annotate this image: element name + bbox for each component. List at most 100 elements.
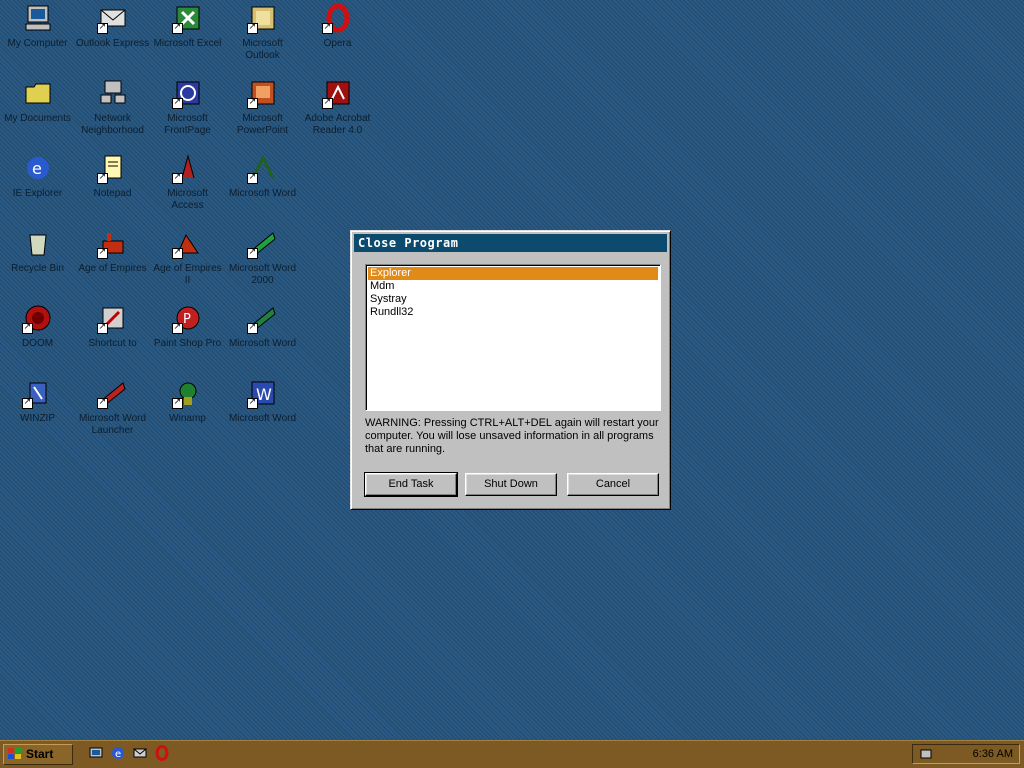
desktop-icon[interactable]: Microsoft Word bbox=[225, 152, 300, 200]
internet-explorer-icon: e bbox=[22, 152, 54, 184]
opera-icon[interactable] bbox=[154, 745, 170, 761]
task-item-systray[interactable]: Systray bbox=[366, 293, 660, 306]
winzip-icon bbox=[21, 377, 54, 409]
svg-text:P: P bbox=[183, 312, 191, 327]
doom-icon bbox=[21, 302, 54, 334]
desktop-icon[interactable]: Microsoft Word Launcher bbox=[75, 377, 150, 437]
desktop-icon-label: Network Neighborhood bbox=[81, 113, 144, 136]
desktop-icon[interactable]: Network Neighborhood bbox=[75, 77, 150, 137]
show-desktop-icon[interactable] bbox=[88, 745, 104, 761]
desktop-icon[interactable]: W Microsoft Word bbox=[225, 377, 300, 425]
desktop-icon-label: WINZIP bbox=[20, 413, 55, 424]
start-button[interactable]: Start bbox=[3, 744, 73, 765]
calendar-icon bbox=[246, 2, 279, 34]
desktop-icon[interactable]: Microsoft Access bbox=[150, 152, 225, 212]
task-item-explorer[interactable]: Explorer bbox=[368, 267, 658, 280]
desktop-icon[interactable]: WINZIP bbox=[0, 377, 75, 425]
desktop-icon[interactable]: Opera bbox=[300, 2, 375, 50]
word-icon bbox=[246, 152, 279, 184]
word-icon bbox=[246, 227, 279, 259]
quick-launch: e bbox=[88, 745, 170, 763]
mail-icon bbox=[96, 2, 129, 34]
word-icon: W bbox=[246, 377, 279, 409]
desktop-icon[interactable]: P Paint Shop Pro bbox=[150, 302, 225, 350]
desktop-icon-label: Winamp bbox=[169, 413, 206, 424]
svg-text:e: e bbox=[115, 749, 121, 760]
desktop-icon[interactable]: Age of Empires bbox=[75, 227, 150, 275]
desktop-icon-label: Age of Empires II bbox=[153, 263, 222, 286]
desktop-icon-label: Microsoft Word bbox=[228, 188, 297, 199]
desktop-icon[interactable]: My Documents bbox=[0, 77, 75, 125]
task-item-mdm[interactable]: Mdm bbox=[366, 280, 660, 293]
desktop-icon-label: Recycle Bin bbox=[11, 263, 64, 274]
desktop-icon[interactable]: Age of Empires II bbox=[150, 227, 225, 287]
desktop-icon[interactable]: Microsoft Word 2000 bbox=[225, 227, 300, 287]
system-tray: 6:36 AM bbox=[912, 744, 1020, 764]
desktop-icon[interactable]: Microsoft Word bbox=[225, 302, 300, 350]
desktop-icon-label: Microsoft Outlook bbox=[242, 38, 283, 61]
desktop-icon-label: My Documents bbox=[4, 113, 71, 124]
desktop-icon[interactable]: Microsoft Outlook bbox=[225, 2, 300, 62]
desktop-icon[interactable]: My Computer bbox=[0, 2, 75, 50]
desktop-icon-label: Outlook Express bbox=[75, 38, 150, 49]
acrobat-icon bbox=[321, 77, 354, 109]
desktop-icon[interactable]: Outlook Express bbox=[75, 2, 150, 50]
desktop-icon-label: Age of Empires bbox=[78, 263, 147, 274]
desktop-icon-label: Microsoft Access bbox=[167, 188, 208, 211]
outlook-express-icon[interactable] bbox=[132, 745, 148, 761]
internet-explorer-icon[interactable]: e bbox=[110, 745, 126, 761]
dialog-title: Close Program bbox=[354, 234, 667, 252]
desktop-icon-label: Adobe Acrobat Reader 4.0 bbox=[304, 113, 371, 136]
desktop-icon-label: Shortcut to bbox=[88, 338, 137, 349]
windows-logo-icon bbox=[8, 748, 21, 759]
desktop-icon[interactable]: e IE Explorer bbox=[0, 152, 75, 200]
desktop-icon-label: Opera bbox=[323, 38, 352, 49]
desktop-icon-label: Microsoft Excel bbox=[153, 38, 222, 49]
desktop-icon-label: Microsoft Word bbox=[228, 338, 297, 349]
spreadsheet-icon bbox=[171, 2, 204, 34]
network-tray-icon[interactable] bbox=[919, 747, 933, 761]
task-item-rundll32[interactable]: Rundll32 bbox=[366, 306, 660, 319]
notepad-icon bbox=[96, 152, 129, 184]
desktop-icon[interactable]: Shortcut to bbox=[75, 302, 150, 350]
desktop-icon-label: Microsoft Word Launcher bbox=[78, 413, 147, 436]
cancel-button[interactable]: Cancel bbox=[567, 473, 659, 496]
desktop-icon[interactable]: Winamp bbox=[150, 377, 225, 425]
desktop-icon-label: Paint Shop Pro bbox=[153, 338, 222, 349]
clock[interactable]: 6:36 AM bbox=[973, 745, 1013, 763]
desktop-icon[interactable]: Recycle Bin bbox=[0, 227, 75, 275]
desktop-icon[interactable]: Microsoft Excel bbox=[150, 2, 225, 50]
opera-icon bbox=[321, 2, 354, 34]
task-listbox[interactable]: Explorer Mdm Systray Rundll32 bbox=[365, 264, 661, 411]
svg-text:W: W bbox=[256, 385, 272, 404]
network-icon bbox=[97, 77, 129, 109]
database-icon bbox=[171, 152, 204, 184]
folder-icon bbox=[22, 77, 54, 109]
my-computer-icon bbox=[22, 2, 54, 34]
desktop-icon[interactable]: Microsoft FrontPage bbox=[150, 77, 225, 137]
shortcut-icon bbox=[96, 302, 129, 334]
presentation-icon bbox=[246, 77, 279, 109]
taskbar: Start e 6:36 AM bbox=[0, 740, 1024, 768]
desktop-icon-label: Microsoft FrontPage bbox=[164, 113, 211, 136]
svg-text:e: e bbox=[32, 159, 42, 178]
desktop-icon[interactable]: Notepad bbox=[75, 152, 150, 200]
recycle-bin-icon bbox=[22, 227, 54, 259]
close-program-dialog: Close Program Explorer Mdm Systray Rundl… bbox=[350, 230, 671, 510]
shut-down-button[interactable]: Shut Down bbox=[465, 473, 557, 496]
desktop-icon[interactable]: DOOM bbox=[0, 302, 75, 350]
paint-icon: P bbox=[171, 302, 204, 334]
desktop-icon[interactable]: Microsoft PowerPoint bbox=[225, 77, 300, 137]
castle-icon bbox=[96, 227, 129, 259]
restart-warning: WARNING: Pressing CTRL+ALT+DEL again wil… bbox=[365, 417, 659, 455]
desktop-icon-label: DOOM bbox=[21, 338, 54, 349]
desktop-icon-label: My Computer bbox=[7, 38, 68, 49]
winamp-icon bbox=[171, 377, 204, 409]
web-page-icon bbox=[171, 77, 204, 109]
word-icon bbox=[96, 377, 129, 409]
word-icon bbox=[246, 302, 279, 334]
end-task-button[interactable]: End Task bbox=[364, 472, 458, 497]
desktop-icon-label: Notepad bbox=[93, 188, 132, 199]
desktop-icon[interactable]: Adobe Acrobat Reader 4.0 bbox=[300, 77, 375, 137]
desktop-icon-label: Microsoft Word 2000 bbox=[228, 263, 297, 286]
